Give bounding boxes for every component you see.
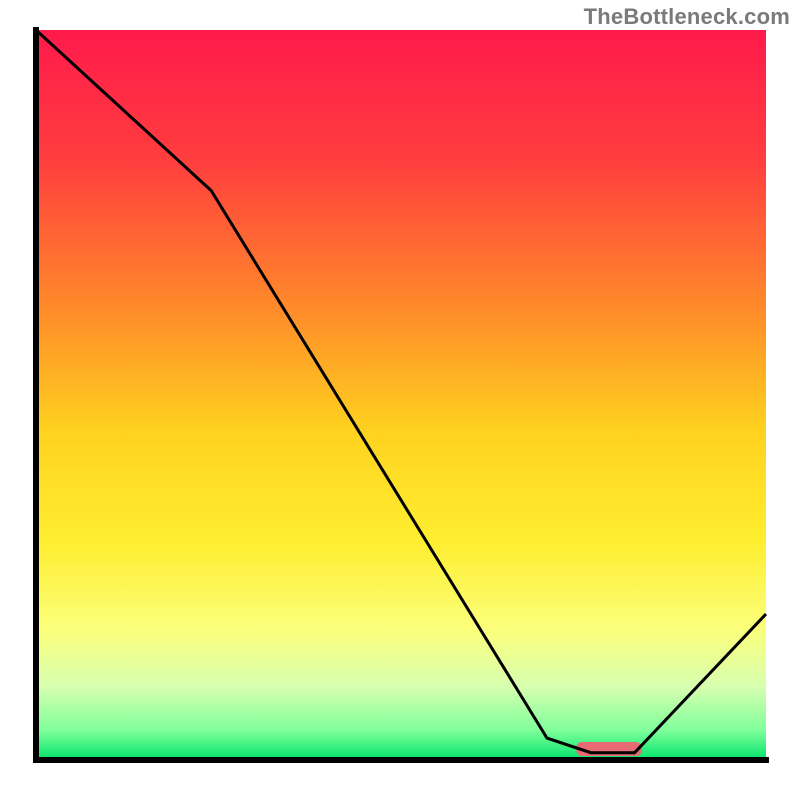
chart-container: TheBottleneck.com: [0, 0, 800, 800]
plot-background: [36, 30, 766, 760]
bottleneck-chart: [0, 0, 800, 800]
attribution-text: TheBottleneck.com: [584, 4, 790, 30]
